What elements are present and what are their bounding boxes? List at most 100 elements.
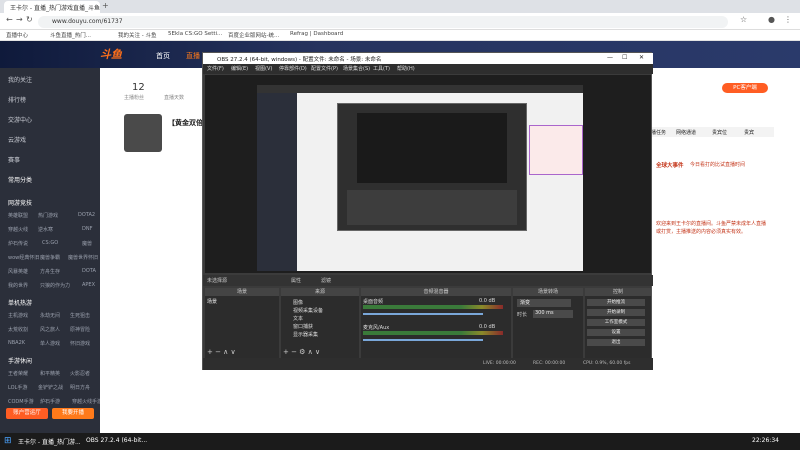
- source-item[interactable]: 图像: [293, 299, 303, 306]
- category-link[interactable]: 方舟生存: [40, 268, 60, 275]
- category-link[interactable]: 火影忍者: [70, 370, 90, 377]
- star-icon[interactable]: ☆: [740, 15, 747, 24]
- category-link[interactable]: 怀旧游戏: [70, 340, 90, 347]
- category-link[interactable]: 我的世界: [8, 282, 28, 289]
- tab-network[interactable]: 网络通道: [676, 129, 696, 136]
- menu-help[interactable]: 帮助(H): [397, 65, 415, 72]
- category-link[interactable]: LOL手游: [8, 384, 27, 391]
- category-link[interactable]: 生死狙击: [70, 312, 90, 319]
- obs-preview[interactable]: [205, 75, 651, 273]
- bookmark-item[interactable]: 直播中心: [6, 31, 28, 39]
- sidebar-item-center[interactable]: 交游中心: [8, 115, 32, 124]
- menu-profile[interactable]: 配置文件(P): [311, 65, 338, 72]
- back-icon[interactable]: ←: [6, 15, 13, 24]
- source-add-icon[interactable]: + − ⚙ ∧ ∨: [283, 348, 320, 356]
- nav-home[interactable]: 首页: [156, 51, 170, 61]
- windows-start-icon[interactable]: ⊞: [4, 436, 12, 446]
- category-link[interactable]: 王者荣耀: [8, 370, 28, 377]
- reload-icon[interactable]: ↻: [26, 15, 33, 24]
- close-icon[interactable]: ✕: [639, 54, 644, 61]
- category-link[interactable]: 英雄联盟: [8, 212, 28, 219]
- category-link[interactable]: NBA2K: [8, 340, 25, 346]
- menu-docks[interactable]: 停靠部件(D): [279, 65, 307, 72]
- settings-button[interactable]: 设置: [587, 329, 645, 336]
- category-link[interactable]: 魔兽: [82, 240, 92, 247]
- start-broadcast-button[interactable]: 我要开播: [52, 408, 94, 419]
- taskbar-item-obs[interactable]: OBS 27.2.4 (64-bit...: [86, 437, 156, 444]
- nav-live[interactable]: 直播: [186, 51, 200, 61]
- source-item[interactable]: 窗口捕获: [293, 323, 313, 330]
- category-link[interactable]: 明日方舟: [70, 384, 90, 391]
- menu-icon[interactable]: ⋮: [784, 15, 792, 24]
- category-link[interactable]: 太荒收割: [8, 326, 28, 333]
- transition-select[interactable]: 渐变: [517, 299, 571, 307]
- category-link[interactable]: 原神冒险: [70, 326, 90, 333]
- menu-scene-collection[interactable]: 场景集合(S): [343, 65, 370, 72]
- maximize-icon[interactable]: ☐: [622, 54, 627, 61]
- scene-add-icon[interactable]: + − ∧ ∨: [207, 348, 236, 356]
- pc-client-badge[interactable]: PC客户端: [722, 83, 768, 93]
- taskbar-item-browser[interactable]: 王卡尔 - 直播_热门游...: [18, 437, 82, 446]
- streamer-avatar[interactable]: [124, 114, 162, 152]
- category-link[interactable]: CODM手游: [8, 398, 34, 405]
- bookmark-item[interactable]: Refrag | Dashboard: [290, 31, 343, 37]
- filters-button[interactable]: 滤镜: [321, 277, 331, 284]
- volume-slider[interactable]: [363, 313, 483, 315]
- bookmark-item[interactable]: 5Ekla CS:GO Setti...: [168, 31, 222, 37]
- category-link[interactable]: DOTA2: [78, 212, 95, 218]
- sidebar-item-cloud[interactable]: 云游戏: [8, 135, 26, 144]
- forward-icon[interactable]: →: [16, 15, 23, 24]
- category-link[interactable]: 炉石传说: [8, 240, 28, 247]
- url-input[interactable]: www.douyu.com/61737: [38, 16, 728, 28]
- category-link[interactable]: 逆水寒: [38, 226, 53, 233]
- category-link[interactable]: 单人游戏: [40, 340, 60, 347]
- category-link[interactable]: 只狼的作为力: [40, 282, 70, 289]
- category-link[interactable]: 风之旅人: [40, 326, 60, 333]
- category-link[interactable]: 炉石手游: [40, 398, 60, 405]
- source-item[interactable]: 显示器采集: [293, 331, 318, 338]
- category-link[interactable]: DNF: [82, 226, 92, 232]
- sidebar-item-follow[interactable]: 我的关注: [8, 75, 32, 84]
- properties-button[interactable]: 属性: [291, 277, 301, 284]
- sidebar-item-events[interactable]: 赛事: [8, 155, 20, 164]
- studio-mode-button[interactable]: 工作室模式: [587, 319, 645, 326]
- bookmark-item[interactable]: 斗鱼直播_热门...: [50, 31, 91, 39]
- sidebar-item-rank[interactable]: 排行榜: [8, 95, 26, 104]
- category-link[interactable]: 魔兽争霸: [40, 254, 60, 261]
- start-streaming-button[interactable]: 开始推流: [587, 299, 645, 306]
- category-link[interactable]: 穿越火线手游: [72, 398, 102, 405]
- menu-file[interactable]: 文件(F): [207, 65, 224, 72]
- new-tab-icon[interactable]: +: [102, 1, 109, 10]
- category-link[interactable]: 魔兽世界怀旧: [68, 254, 98, 261]
- category-link[interactable]: 穿越火线: [8, 226, 28, 233]
- minimize-icon[interactable]: —: [607, 54, 613, 61]
- tab-vip[interactable]: 贵宾: [744, 129, 754, 136]
- bookmark-item[interactable]: 百度企业版网站-统...: [228, 31, 279, 39]
- exit-button[interactable]: 退出: [587, 339, 645, 346]
- tab-vip-seats[interactable]: 贵宾位: [712, 129, 727, 136]
- bookmark-item[interactable]: 我的关注 - 斗鱼: [118, 31, 156, 39]
- category-link[interactable]: 金铲铲之战: [38, 384, 63, 391]
- category-link[interactable]: 热门游戏: [38, 212, 58, 219]
- category-link[interactable]: DOTA: [82, 268, 96, 274]
- menu-edit[interactable]: 编辑(E): [231, 65, 248, 72]
- category-link[interactable]: wow经典怀旧: [8, 254, 39, 261]
- category-link[interactable]: 风暴英雄: [8, 268, 28, 275]
- start-recording-button[interactable]: 开始录制: [587, 309, 645, 316]
- volume-slider[interactable]: [363, 339, 483, 341]
- source-item[interactable]: 视频采集设备: [293, 307, 323, 314]
- menu-tools[interactable]: 工具(T): [373, 65, 390, 72]
- avatar[interactable]: ●: [768, 15, 775, 24]
- category-link[interactable]: CS:GO: [42, 240, 58, 246]
- scene-item[interactable]: 场景: [207, 298, 217, 305]
- category-link[interactable]: 永劫无间: [40, 312, 60, 319]
- category-link[interactable]: 主机游戏: [8, 312, 28, 319]
- source-item[interactable]: 文本: [293, 315, 303, 322]
- site-logo[interactable]: 斗鱼: [100, 46, 122, 62]
- duration-input[interactable]: 300 ms: [533, 310, 573, 318]
- category-link[interactable]: APEX: [82, 282, 95, 288]
- account-hall-button[interactable]: 账户营运厅: [6, 408, 48, 419]
- category-link[interactable]: 和平精英: [40, 370, 60, 377]
- menu-view[interactable]: 视图(V): [255, 65, 272, 72]
- browser-tab[interactable]: 王卡尔 - 直播_热门游戏直播_斗鱼: [4, 1, 100, 13]
